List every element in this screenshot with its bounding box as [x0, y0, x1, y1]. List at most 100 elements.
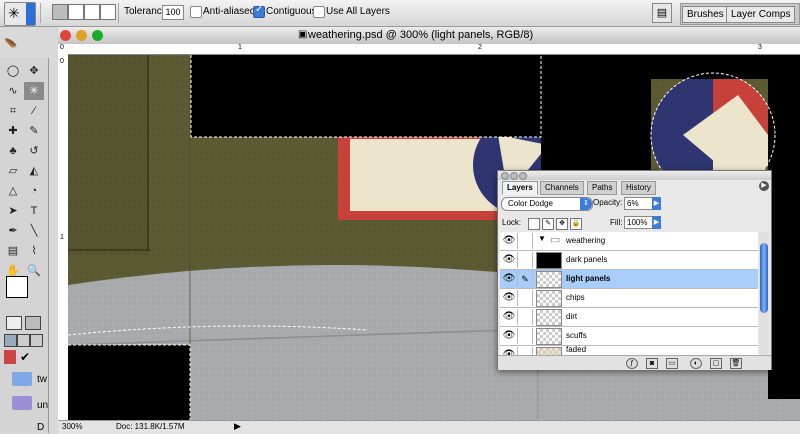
disclosure-triangle-icon[interactable]: ▼ [538, 234, 546, 243]
paint-bucket-icon[interactable]: ◭ [24, 162, 44, 180]
contiguous-checkbox[interactable] [253, 4, 265, 18]
layer-row[interactable]: 👁 ✎ light panels [500, 270, 758, 289]
link-cell[interactable] [518, 252, 533, 268]
horizontal-ruler: 0 1 2 3 [58, 44, 800, 55]
layer-thumbnail [536, 328, 562, 345]
lock-all-icon[interactable]: 🔒 [570, 218, 582, 230]
palette-menu-button[interactable]: ▶ [759, 181, 769, 191]
eye-icon[interactable]: 👁 [501, 271, 518, 287]
lock-transparency-icon[interactable] [528, 218, 540, 230]
notes-tool-icon[interactable]: ▤ [3, 242, 23, 260]
palette-minimize-button[interactable] [510, 172, 518, 180]
move-tool-icon[interactable]: ✥ [24, 62, 44, 80]
opacity-slider-arrow[interactable]: ▶ [652, 197, 661, 210]
marquee-tool-icon[interactable]: ◯ [3, 62, 23, 80]
jump-to-imageready-icon[interactable] [4, 350, 16, 364]
scrollbar-thumb[interactable] [760, 243, 768, 313]
palette-title-bar[interactable] [498, 171, 771, 180]
lasso-tool-icon[interactable]: ∿ [3, 82, 23, 100]
layer-row[interactable]: 👁 chips [500, 289, 758, 308]
opacity-input[interactable]: 6% [624, 197, 654, 210]
link-cell[interactable] [518, 328, 533, 344]
subtract-selection-button[interactable] [84, 4, 100, 20]
use-all-layers-checkbox[interactable] [313, 6, 325, 18]
layer-style-icon[interactable]: ƒ [626, 358, 638, 369]
tab-channels[interactable]: Channels [540, 181, 584, 195]
file-browser-button[interactable]: ▤ [652, 3, 672, 23]
healing-brush-icon[interactable]: ✚ [3, 122, 23, 140]
history-brush-icon[interactable]: ↺ [24, 142, 44, 160]
zoom-button[interactable] [92, 30, 103, 41]
tab-brushes[interactable]: Brushes [682, 6, 729, 23]
foreground-color[interactable] [6, 276, 28, 298]
folder-icon[interactable] [12, 372, 32, 386]
zoom-level[interactable]: 300% [62, 422, 82, 431]
tolerance-input[interactable]: 100 [162, 5, 184, 20]
drive-icon[interactable] [12, 396, 32, 410]
screen-mode-full-menu-icon[interactable] [17, 334, 30, 347]
tab-layer-comps[interactable]: Layer Comps [726, 6, 796, 23]
eyedropper-icon[interactable]: ⌇ [24, 242, 44, 260]
add-selection-button[interactable] [68, 4, 84, 20]
close-button[interactable] [60, 30, 71, 41]
eye-icon[interactable]: 👁 [501, 233, 518, 249]
link-cell[interactable] [518, 309, 533, 325]
trash-icon[interactable]: 🗑 [730, 358, 742, 369]
type-tool-icon[interactable]: T [24, 202, 44, 220]
adjustment-layer-icon[interactable]: ◐ [690, 358, 702, 369]
brush-tool-icon[interactable]: ✎ [24, 122, 44, 140]
fill-input[interactable]: 100% [624, 216, 654, 229]
standard-mode-icon[interactable] [6, 316, 22, 330]
eye-icon[interactable]: 👁 [501, 328, 518, 344]
layer-row[interactable]: 👁 dirt [500, 308, 758, 327]
quick-mask-icon[interactable] [25, 316, 41, 330]
path-select-icon[interactable]: ➤ [3, 202, 23, 220]
line-tool-icon[interactable]: ╲ [24, 222, 44, 240]
new-group-icon[interactable]: ▭ [666, 358, 678, 369]
minimize-button[interactable] [76, 30, 87, 41]
tab-paths[interactable]: Paths [587, 181, 618, 195]
crop-tool-icon[interactable]: ⌗ [3, 102, 23, 120]
layer-group-row[interactable]: 👁 ▼ ▭ weathering [500, 232, 758, 251]
anti-aliased-checkbox[interactable] [190, 6, 202, 18]
ruler-mark: 1 [60, 234, 64, 241]
fill-slider-arrow[interactable]: ▶ [652, 216, 661, 229]
eye-icon[interactable]: 👁 [501, 252, 518, 268]
layer-thumbnail [536, 252, 562, 269]
lock-paint-icon[interactable]: ✎ [542, 218, 554, 230]
screen-mode-standard-icon[interactable] [4, 334, 17, 347]
link-cell[interactable] [518, 233, 533, 249]
opacity-label: Opacity: [593, 198, 623, 207]
checkmark-icon[interactable]: ✔ [20, 350, 34, 364]
desktop-folder-label: un [37, 400, 49, 411]
layers-scrollbar[interactable] [759, 232, 769, 354]
group-name: weathering [566, 236, 606, 245]
blend-mode-select[interactable]: Color Dodge ⇕ [501, 197, 593, 211]
eraser-tool-icon[interactable]: ▱ [3, 162, 23, 180]
tab-layers[interactable]: Layers [502, 181, 538, 195]
brush-icon[interactable]: ✎ [518, 271, 533, 287]
tool-preset-picker[interactable]: ✳ [4, 2, 36, 26]
layer-row[interactable]: 👁 dark panels [500, 251, 758, 270]
layer-mask-icon[interactable]: ◙ [646, 358, 658, 369]
pen-tool-icon[interactable]: ✒ [3, 222, 23, 240]
dodge-tool-icon[interactable]: ◔ [24, 182, 44, 200]
palette-close-button[interactable] [501, 172, 509, 180]
new-selection-button[interactable] [52, 4, 68, 20]
ruler-mark: 0 [60, 58, 64, 65]
tab-history[interactable]: History [621, 181, 656, 195]
layer-row[interactable]: 👁 scuffs [500, 327, 758, 346]
lock-move-icon[interactable]: ✥ [556, 218, 568, 230]
intersect-selection-button[interactable] [100, 4, 116, 20]
new-layer-icon[interactable]: ▢ [710, 358, 722, 369]
blur-tool-icon[interactable]: △ [3, 182, 23, 200]
link-cell[interactable] [518, 290, 533, 306]
palette-zoom-button[interactable] [519, 172, 527, 180]
screen-mode-full-icon[interactable] [30, 334, 43, 347]
status-menu-arrow-icon[interactable]: ▶ [234, 421, 241, 432]
clone-stamp-icon[interactable]: ♣ [3, 142, 23, 160]
eye-icon[interactable]: 👁 [501, 290, 518, 306]
slice-tool-icon[interactable]: ⁄ [24, 102, 44, 120]
eye-icon[interactable]: 👁 [501, 309, 518, 325]
magic-wand-tool-icon[interactable]: ✳ [24, 82, 44, 100]
